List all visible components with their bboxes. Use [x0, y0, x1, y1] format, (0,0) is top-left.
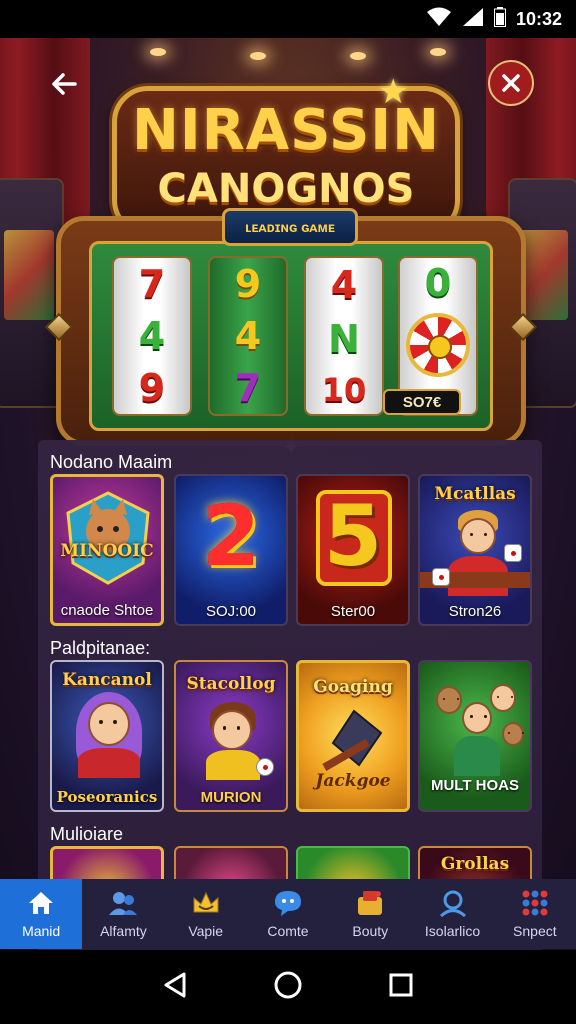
home-icon	[26, 889, 56, 917]
system-navigation-bar	[0, 950, 576, 1024]
game-title: Stacollog	[186, 674, 276, 694]
game-label: Ster00	[330, 603, 376, 620]
system-home-button[interactable]	[273, 970, 303, 1005]
reel-symbol: 0	[424, 260, 452, 305]
logo-title: NIRASSIN	[131, 98, 440, 163]
game-card[interactable]: MINOOIC cnaode Shtoe	[50, 474, 164, 626]
slot-reel-3: 4 N 10	[304, 256, 384, 416]
game-card[interactable]: Mcatllas Stron26	[418, 474, 532, 626]
reel-symbol: 4	[138, 314, 166, 358]
chat-icon	[273, 889, 303, 917]
square-recents-icon	[389, 973, 413, 996]
close-icon	[502, 74, 520, 92]
game-card[interactable]: Kancanol Poseoranics	[50, 660, 164, 812]
game-title: Grollas	[440, 854, 510, 874]
reel-symbol: 4	[234, 314, 262, 358]
nav-label: Alfamty	[100, 923, 147, 939]
system-recents-button[interactable]	[388, 972, 414, 1003]
user-search-icon	[438, 889, 468, 917]
section-title: Nodano Maaim	[50, 452, 173, 472]
ceiling-light	[150, 48, 166, 56]
bottom-navigation: Manid Alfamty Vapie Comte Bouty Isolarli…	[0, 879, 576, 949]
slot-reel-1: 7 4 9	[112, 256, 192, 416]
game-label: Jackgoe	[315, 771, 391, 791]
logo-ribbon: ʟᴇᴀᴅɪɴɢ ɢᴀᴍᴇ	[222, 208, 358, 246]
app-screen: NIRASSIN CANOGNOS ★ 7 4 9 9 4 7 4 N 10 0…	[0, 38, 576, 950]
game-card[interactable]: Stacollog MURION	[174, 660, 288, 812]
reel-symbol: N	[328, 317, 360, 361]
nav-item-chat[interactable]: Comte	[247, 879, 329, 949]
nav-item-home[interactable]: Manid	[0, 879, 83, 949]
game-label: Poseoranics	[56, 788, 158, 806]
reel-symbol: 7	[138, 262, 166, 306]
status-time: 10:32	[515, 8, 562, 29]
background-slot-machine-left	[0, 178, 64, 408]
reel-symbol: 9	[138, 366, 166, 410]
reel-symbol: 4	[330, 263, 358, 307]
game-title: MINOOIC	[60, 541, 154, 561]
ceiling-light	[350, 52, 366, 60]
system-back-button[interactable]	[162, 971, 188, 1004]
reel-symbol: 9	[234, 262, 262, 306]
nav-label: Manid	[22, 923, 61, 939]
triangle-back-icon	[164, 972, 186, 997]
slot-reel-2: 9 4 7	[208, 256, 288, 416]
jackpot-wheel-icon	[406, 312, 470, 377]
close-button[interactable]	[488, 60, 534, 106]
nav-label: Comte	[267, 923, 309, 939]
circle-home-icon	[274, 971, 302, 998]
battery-icon	[493, 6, 506, 32]
game-title: Goaging	[313, 677, 393, 697]
wifi-icon	[426, 7, 452, 32]
game-label: cnaode Shtoe	[60, 602, 154, 619]
game-title: Kancanol	[62, 670, 152, 690]
nav-item-vip[interactable]: Vapie	[165, 879, 247, 949]
ceiling-light	[430, 48, 446, 56]
nav-label: Vapie	[188, 923, 224, 939]
credit-display: SO7€	[383, 389, 461, 415]
crown-icon	[191, 889, 221, 917]
slot-machine[interactable]: 7 4 9 9 4 7 4 N 10 0 SO7€ ✦	[44, 216, 538, 459]
logo-subtitle: CANOGNOS	[157, 166, 415, 212]
back-arrow-icon	[52, 73, 77, 95]
games-panel: Nodano Maaim MINOOIC cnaode Shtoe 2 SOJ:…	[38, 440, 542, 950]
nav-label: Isolarlico	[424, 923, 481, 939]
nav-item-search[interactable]: Isolarlico	[411, 879, 493, 949]
game-card[interactable]: 2 SOJ:00	[174, 474, 288, 626]
section-title: Mulioiare	[50, 824, 124, 844]
section-title: Paldpitanae:	[50, 638, 151, 658]
game-label: SOJ:00	[205, 603, 257, 620]
nav-label: Snpect	[513, 923, 557, 939]
nav-item-bounty[interactable]: Bouty	[329, 879, 411, 949]
game-card[interactable]: MULT HOAS	[418, 660, 532, 812]
star-icon: ★	[378, 73, 409, 111]
reel-symbol: 7	[234, 366, 262, 410]
signal-icon	[462, 7, 484, 32]
game-title: Mcatllas	[434, 484, 516, 504]
game-title: 5	[323, 487, 383, 585]
status-bar: 10:32	[0, 0, 576, 38]
nav-item-support[interactable]: Snpect	[494, 879, 576, 949]
ceiling-light	[250, 52, 266, 60]
game-title: 2	[201, 487, 261, 585]
game-card[interactable]: Goaging Jackgoe	[296, 660, 410, 812]
reel-symbol: 10	[321, 371, 367, 409]
back-button[interactable]	[42, 62, 86, 106]
game-label: Stron26	[448, 603, 502, 620]
nav-label: Bouty	[352, 923, 389, 939]
game-card[interactable]: 5 Ster00	[296, 474, 410, 626]
nav-item-community[interactable]: Alfamty	[82, 879, 164, 949]
game-label: MULT HOAS	[430, 777, 520, 794]
gift-icon	[355, 889, 385, 917]
people-icon	[108, 889, 138, 917]
grid-icon	[520, 889, 550, 917]
game-label: MURION	[200, 789, 262, 806]
